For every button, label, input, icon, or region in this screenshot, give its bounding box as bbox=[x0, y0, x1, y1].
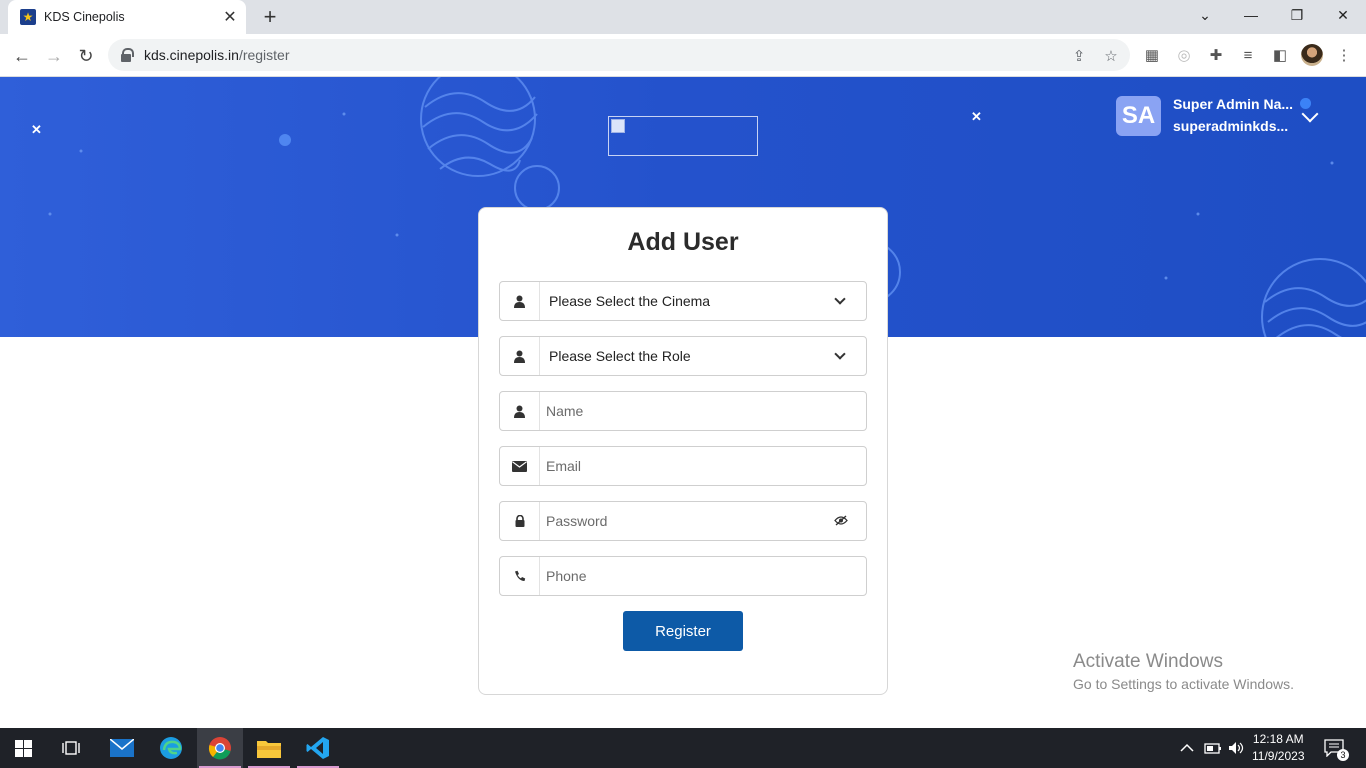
cinema-select[interactable]: Please Select the Cinema bbox=[499, 281, 867, 321]
share-icon[interactable]: ⇪ bbox=[1070, 47, 1088, 65]
chevron-down-icon bbox=[834, 348, 846, 360]
taskbar-clock[interactable]: 12:18 AM 11/9/2023 bbox=[1252, 731, 1305, 765]
watermark-title: Activate Windows bbox=[1073, 651, 1223, 672]
clock-time: 12:18 AM bbox=[1252, 732, 1304, 746]
browser-toolbar: ← → ↻ kds.cinepolis.in/register ⇪ ☆ ▦ ◎ … bbox=[0, 34, 1366, 77]
file-explorer-icon[interactable] bbox=[246, 728, 292, 768]
email-field[interactable] bbox=[540, 447, 866, 485]
mail-icon[interactable] bbox=[99, 728, 145, 768]
tab-search-icon[interactable]: ⌄ bbox=[1182, 0, 1228, 30]
envelope-icon bbox=[500, 447, 540, 485]
user-menu[interactable]: SA Super Admin Na... superadminkds... bbox=[1116, 96, 1326, 138]
qr-extension-icon[interactable]: ▦ bbox=[1142, 45, 1162, 65]
media-playlist-icon[interactable]: ≡ bbox=[1238, 45, 1258, 65]
decorative-x-icon: ✕ bbox=[971, 109, 982, 124]
phone-icon bbox=[500, 557, 540, 595]
page-title: Add User bbox=[627, 228, 739, 256]
side-panel-icon[interactable]: ◧ bbox=[1270, 45, 1290, 65]
decorative-x-icon: ✕ bbox=[31, 122, 42, 137]
broken-image-icon bbox=[611, 119, 625, 133]
browser-tab[interactable]: ★ KDS Cinepolis ✕ bbox=[8, 0, 246, 34]
restore-button[interactable]: ❐ bbox=[1274, 0, 1320, 30]
notification-count-badge: 3 bbox=[1337, 749, 1349, 761]
profile-avatar-icon[interactable] bbox=[1301, 44, 1323, 66]
close-window-button[interactable]: ✕ bbox=[1320, 0, 1366, 30]
name-field[interactable] bbox=[540, 392, 866, 430]
avatar: SA bbox=[1116, 96, 1161, 136]
url-path: /register bbox=[238, 47, 290, 63]
tab-title: KDS Cinepolis bbox=[44, 10, 125, 24]
user-email: superadminkds... bbox=[1173, 118, 1289, 134]
bookmark-star-icon[interactable]: ☆ bbox=[1102, 47, 1120, 65]
edge-browser-icon[interactable] bbox=[148, 728, 194, 768]
address-bar[interactable]: kds.cinepolis.in/register ⇪ ☆ bbox=[108, 39, 1130, 71]
activate-windows-watermark: Activate Windows Go to Settings to activ… bbox=[1073, 651, 1294, 692]
lock-icon bbox=[120, 48, 134, 62]
extension-circle-icon[interactable]: ◎ bbox=[1174, 45, 1194, 65]
browser-tabstrip: ★ KDS Cinepolis ✕ + ⌄ — ❐ ✕ bbox=[0, 0, 1366, 34]
cinema-select-value: Please Select the Cinema bbox=[549, 293, 711, 309]
email-field-wrapper bbox=[499, 446, 867, 486]
clock-date: 11/9/2023 bbox=[1252, 749, 1305, 763]
tray-expand-icon[interactable] bbox=[1180, 728, 1194, 768]
user-icon bbox=[500, 337, 540, 375]
register-button[interactable]: Register bbox=[623, 611, 743, 651]
user-icon bbox=[500, 282, 540, 320]
url-host: kds.cinepolis.in bbox=[144, 47, 239, 63]
logo-image bbox=[608, 116, 758, 156]
user-name: Super Admin Na... bbox=[1173, 96, 1294, 112]
volume-icon[interactable] bbox=[1228, 728, 1244, 768]
lock-icon bbox=[500, 502, 540, 540]
menu-kebab-icon[interactable]: ⋮ bbox=[1334, 45, 1354, 65]
phone-field-wrapper bbox=[499, 556, 867, 596]
back-icon[interactable]: ← bbox=[8, 42, 36, 70]
eye-slash-icon[interactable] bbox=[834, 514, 848, 529]
windows-taskbar: 12:18 AM 11/9/2023 3 bbox=[0, 728, 1366, 768]
chevron-down-icon bbox=[834, 293, 846, 305]
minimize-button[interactable]: — bbox=[1228, 0, 1274, 30]
add-user-card: Add User Please Select the Cinema Please… bbox=[478, 207, 888, 695]
phone-field[interactable] bbox=[540, 557, 866, 595]
user-icon bbox=[500, 392, 540, 430]
close-tab-icon[interactable]: ✕ bbox=[220, 7, 240, 27]
notification-center-icon[interactable]: 3 bbox=[1324, 728, 1349, 768]
forward-icon[interactable]: → bbox=[40, 42, 68, 70]
task-view-icon[interactable] bbox=[48, 728, 94, 768]
chrome-browser-icon[interactable] bbox=[197, 728, 243, 768]
password-field[interactable] bbox=[540, 502, 834, 540]
reload-icon[interactable]: ↻ bbox=[72, 42, 100, 70]
battery-icon[interactable] bbox=[1204, 728, 1222, 768]
cinepolis-favicon-icon: ★ bbox=[20, 9, 36, 25]
role-select[interactable]: Please Select the Role bbox=[499, 336, 867, 376]
vscode-icon[interactable] bbox=[295, 728, 341, 768]
name-field-wrapper bbox=[499, 391, 867, 431]
role-select-value: Please Select the Role bbox=[549, 348, 691, 364]
watermark-subtitle: Go to Settings to activate Windows. bbox=[1073, 676, 1294, 692]
windows-start-icon[interactable] bbox=[0, 728, 46, 768]
extensions-puzzle-icon[interactable]: ✚ bbox=[1206, 45, 1226, 65]
password-field-wrapper bbox=[499, 501, 867, 541]
new-tab-button[interactable]: + bbox=[258, 4, 282, 29]
